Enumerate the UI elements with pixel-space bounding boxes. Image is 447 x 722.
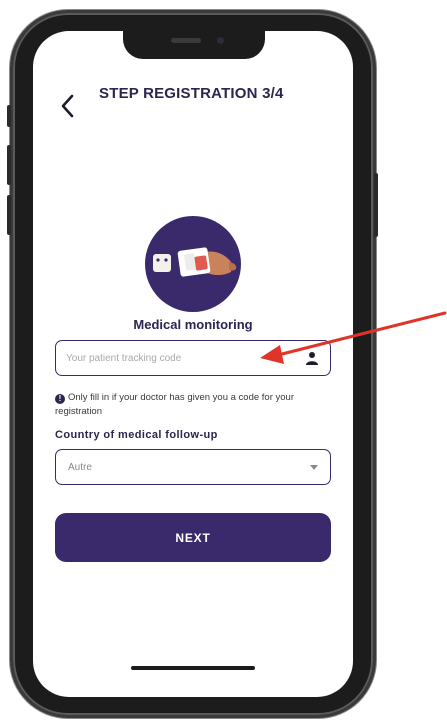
home-indicator [131, 666, 255, 670]
medical-monitoring-illustration [145, 216, 241, 312]
phone-side-button-silent [7, 105, 11, 127]
country-label: Country of medical follow-up [55, 429, 218, 441]
tracking-code-field[interactable] [55, 340, 331, 376]
chevron-left-icon [61, 94, 74, 118]
country-selected-value: Autre [68, 461, 92, 473]
phone-side-button-volume-up [7, 145, 11, 185]
next-button[interactable]: NEXT [55, 513, 331, 562]
phone-screen: STEP REGISTRATION 3/4 Medical monitoring… [33, 31, 353, 697]
front-camera [217, 37, 224, 44]
info-note-text: Only fill in if your doctor has given yo… [55, 392, 295, 417]
person-icon [304, 350, 320, 366]
tracking-code-input[interactable] [66, 352, 304, 364]
next-button-label: NEXT [175, 530, 211, 545]
info-icon: ! [55, 394, 65, 404]
blood-pressure-cuff-icon [153, 247, 237, 277]
chevron-down-icon [310, 464, 318, 470]
speaker-grille [171, 38, 201, 43]
phone-side-button-power [374, 173, 378, 237]
phone-side-button-volume-down [7, 195, 11, 235]
page-title: STEP REGISTRATION 3/4 [99, 85, 284, 102]
back-button[interactable] [55, 91, 79, 121]
section-title: Medical monitoring [133, 317, 253, 332]
phone-notch [123, 31, 265, 59]
country-select[interactable]: Autre [55, 449, 331, 485]
info-note: ! Only fill in if your doctor has given y… [55, 391, 335, 419]
